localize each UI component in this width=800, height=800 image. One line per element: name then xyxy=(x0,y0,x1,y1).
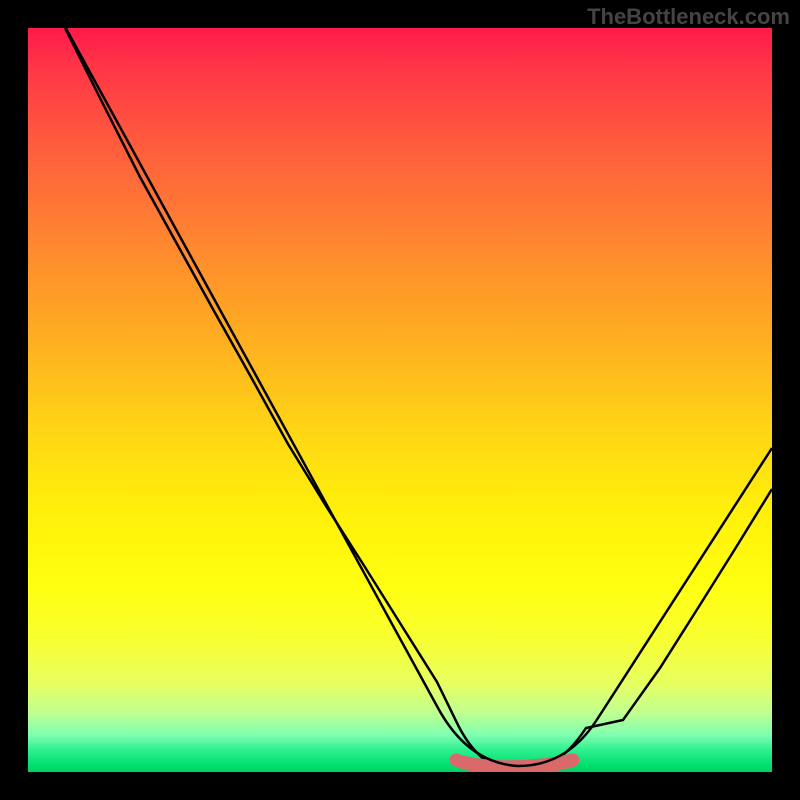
watermark-text: TheBottleneck.com xyxy=(587,4,790,30)
plot-area xyxy=(28,28,772,772)
chart-container: TheBottleneck.com xyxy=(0,0,800,800)
main-line xyxy=(63,28,772,766)
curve-overlay xyxy=(28,28,772,772)
